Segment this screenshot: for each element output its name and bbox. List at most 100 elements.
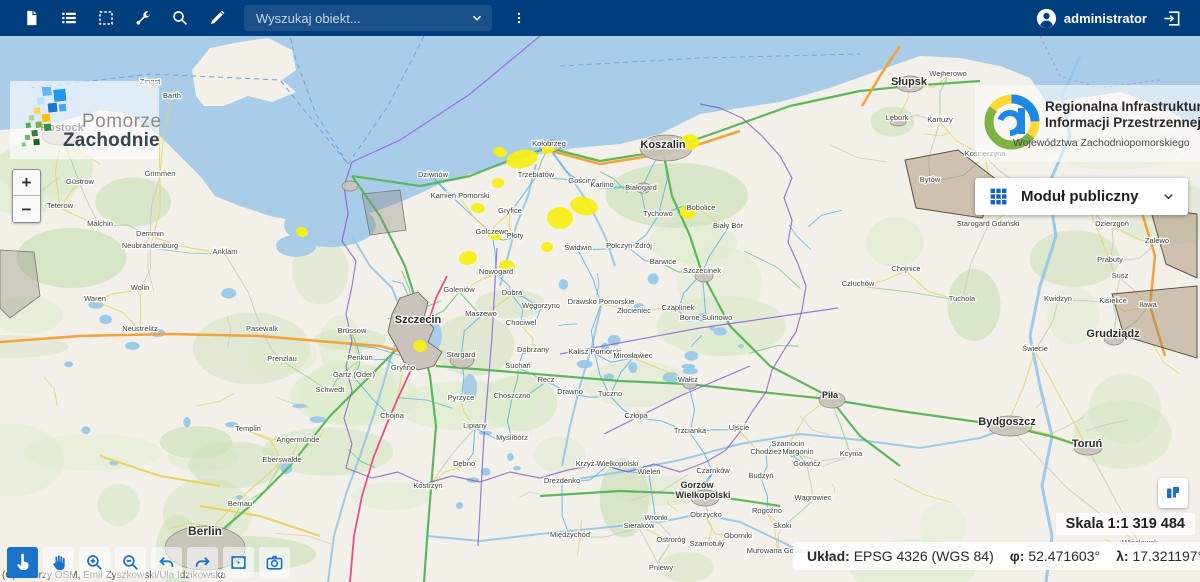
geoportal-widget-button[interactable] — [1158, 478, 1188, 508]
zoom-in-button[interactable]: + — [13, 170, 40, 196]
zoom-out-icon — [121, 553, 140, 572]
svg-text:Wałcz: Wałcz — [678, 375, 698, 384]
svg-text:Güstrow: Güstrow — [66, 177, 95, 186]
wrench-icon — [134, 9, 152, 27]
svg-text:Ostroróg: Ostroróg — [656, 535, 685, 544]
object-search[interactable] — [244, 5, 492, 31]
chevron-down-icon — [1161, 189, 1176, 204]
svg-text:Człopa: Człopa — [624, 411, 648, 420]
screenshot-button[interactable] — [259, 547, 290, 578]
tools-button[interactable] — [124, 0, 161, 36]
svg-text:Dobrzany: Dobrzany — [517, 345, 549, 354]
svg-text:Drezdenko: Drezdenko — [544, 476, 580, 485]
pencil-icon — [208, 9, 226, 27]
svg-text:Czarnków: Czarnków — [696, 466, 730, 475]
gis-portal-app: administrator BarthZingstGrimmenDemminAn… — [0, 0, 1200, 582]
search-input[interactable] — [256, 11, 470, 26]
svg-text:Budzyń: Budzyń — [748, 471, 773, 480]
svg-text:Tuchola: Tuchola — [949, 294, 976, 303]
svg-text:Pniewy: Pniewy — [649, 563, 673, 572]
svg-text:Chociwel: Chociwel — [506, 318, 537, 327]
svg-text:Berlin: Berlin — [188, 524, 222, 538]
svg-text:Borne Sulinowo: Borne Sulinowo — [680, 313, 733, 322]
svg-text:Templin: Templin — [235, 424, 261, 433]
list-icon — [60, 9, 78, 27]
search-button[interactable] — [161, 0, 198, 36]
svg-text:Bernau: Bernau — [228, 499, 252, 508]
pomorze-zachodnie-logo: Pomorze Zachodnie — [10, 81, 159, 159]
module-selector[interactable]: Moduł publiczny — [975, 178, 1188, 215]
selection-rectangle-icon — [97, 9, 115, 27]
svg-text:Wielkopolski: Wielkopolski — [676, 490, 731, 500]
svg-text:Kcynia: Kcynia — [840, 449, 863, 458]
svg-text:Susz: Susz — [1112, 271, 1129, 280]
zoom-out-tool[interactable] — [115, 547, 146, 578]
svg-text:Krzyż Wielkopolski: Krzyż Wielkopolski — [576, 459, 639, 468]
svg-text:Dziwnów: Dziwnów — [418, 170, 449, 179]
svg-text:Teterow: Teterow — [47, 201, 74, 210]
svg-text:Zalewo: Zalewo — [1145, 236, 1169, 245]
select-area-button[interactable] — [87, 0, 124, 36]
svg-text:Wolin: Wolin — [131, 283, 150, 292]
layers-list-button[interactable] — [50, 0, 87, 36]
map-container: BarthZingstGrimmenDemminAnklamMalchinTet… — [0, 36, 1200, 582]
svg-text:Neustrelitz: Neustrelitz — [122, 324, 158, 333]
svg-text:Gołańcz: Gołańcz — [793, 459, 821, 468]
riip-logo-panel: Regionalna InfrastrukturaInformacji Prze… — [975, 85, 1200, 162]
svg-text:Międzychód: Międzychód — [550, 530, 590, 539]
user-menu[interactable]: administrator — [1036, 8, 1147, 29]
svg-text:Lipiany: Lipiany — [463, 421, 487, 430]
geoportal-widget-icon — [1164, 484, 1182, 502]
logout-button[interactable] — [1153, 0, 1190, 36]
svg-text:Goleniów: Goleniów — [443, 285, 475, 294]
svg-text:Lębork: Lębork — [886, 113, 909, 122]
svg-text:Angermünde: Angermünde — [277, 435, 320, 444]
svg-text:Bobolice: Bobolice — [687, 203, 716, 212]
svg-text:Barwice: Barwice — [650, 257, 677, 266]
svg-text:Waren: Waren — [84, 294, 106, 303]
search-icon — [171, 9, 189, 27]
svg-text:Anklam: Anklam — [212, 247, 237, 256]
full-extent-button[interactable] — [223, 547, 254, 578]
svg-text:Wieleń: Wieleń — [638, 467, 661, 476]
svg-text:Gartz (Oder): Gartz (Oder) — [333, 370, 376, 379]
scale-label: Skala — [1066, 516, 1104, 532]
svg-text:Oborniki: Oborniki — [724, 531, 752, 540]
draw-button[interactable] — [198, 0, 235, 36]
new-document-button[interactable] — [13, 0, 50, 36]
svg-text:Iława: Iława — [1139, 300, 1157, 309]
svg-text:Prabuty: Prabuty — [1097, 255, 1123, 264]
more-options-button[interactable] — [500, 0, 537, 36]
pan-tool[interactable] — [43, 547, 74, 578]
svg-text:Słupsk: Słupsk — [891, 76, 928, 88]
undo-button[interactable] — [151, 547, 182, 578]
pointer-select-tool[interactable] — [7, 547, 38, 578]
chevron-down-icon[interactable] — [470, 11, 484, 25]
svg-text:Recz: Recz — [537, 375, 554, 384]
svg-text:Grudziądz: Grudziądz — [1086, 328, 1140, 340]
svg-text:Suchań: Suchań — [505, 361, 530, 370]
longitude-readout: λ: 17.321197° — [1116, 548, 1200, 564]
logout-icon — [1162, 9, 1181, 28]
svg-text:Bydgoszcz: Bydgoszcz — [978, 416, 1036, 428]
redo-button[interactable] — [187, 547, 218, 578]
svg-text:Karlino: Karlino — [590, 180, 613, 189]
zoom-in-tool[interactable] — [79, 547, 110, 578]
svg-text:Kostrzyn: Kostrzyn — [413, 481, 442, 490]
svg-text:Bytów: Bytów — [920, 175, 941, 184]
zoom-out-button[interactable]: − — [13, 196, 40, 222]
svg-text:Wągrowiec: Wągrowiec — [794, 493, 831, 502]
latitude-readout: φ: 52.471603° — [1010, 548, 1100, 564]
svg-text:Nowogard: Nowogard — [479, 267, 513, 276]
extent-icon — [229, 553, 248, 572]
module-selector-label: Moduł publiczny — [1021, 188, 1161, 205]
svg-text:Schwedt: Schwedt — [316, 385, 346, 394]
svg-text:Wejherowo: Wejherowo — [929, 69, 966, 78]
svg-text:Brüssow: Brüssow — [338, 326, 367, 335]
map-tools — [7, 547, 290, 578]
svg-text:Gryfice: Gryfice — [498, 206, 522, 215]
svg-text:Kartuzy: Kartuzy — [927, 115, 953, 124]
svg-text:Stargard: Stargard — [447, 350, 476, 359]
svg-text:Świdwin: Świdwin — [564, 243, 592, 252]
kebab-menu-icon — [512, 9, 526, 27]
